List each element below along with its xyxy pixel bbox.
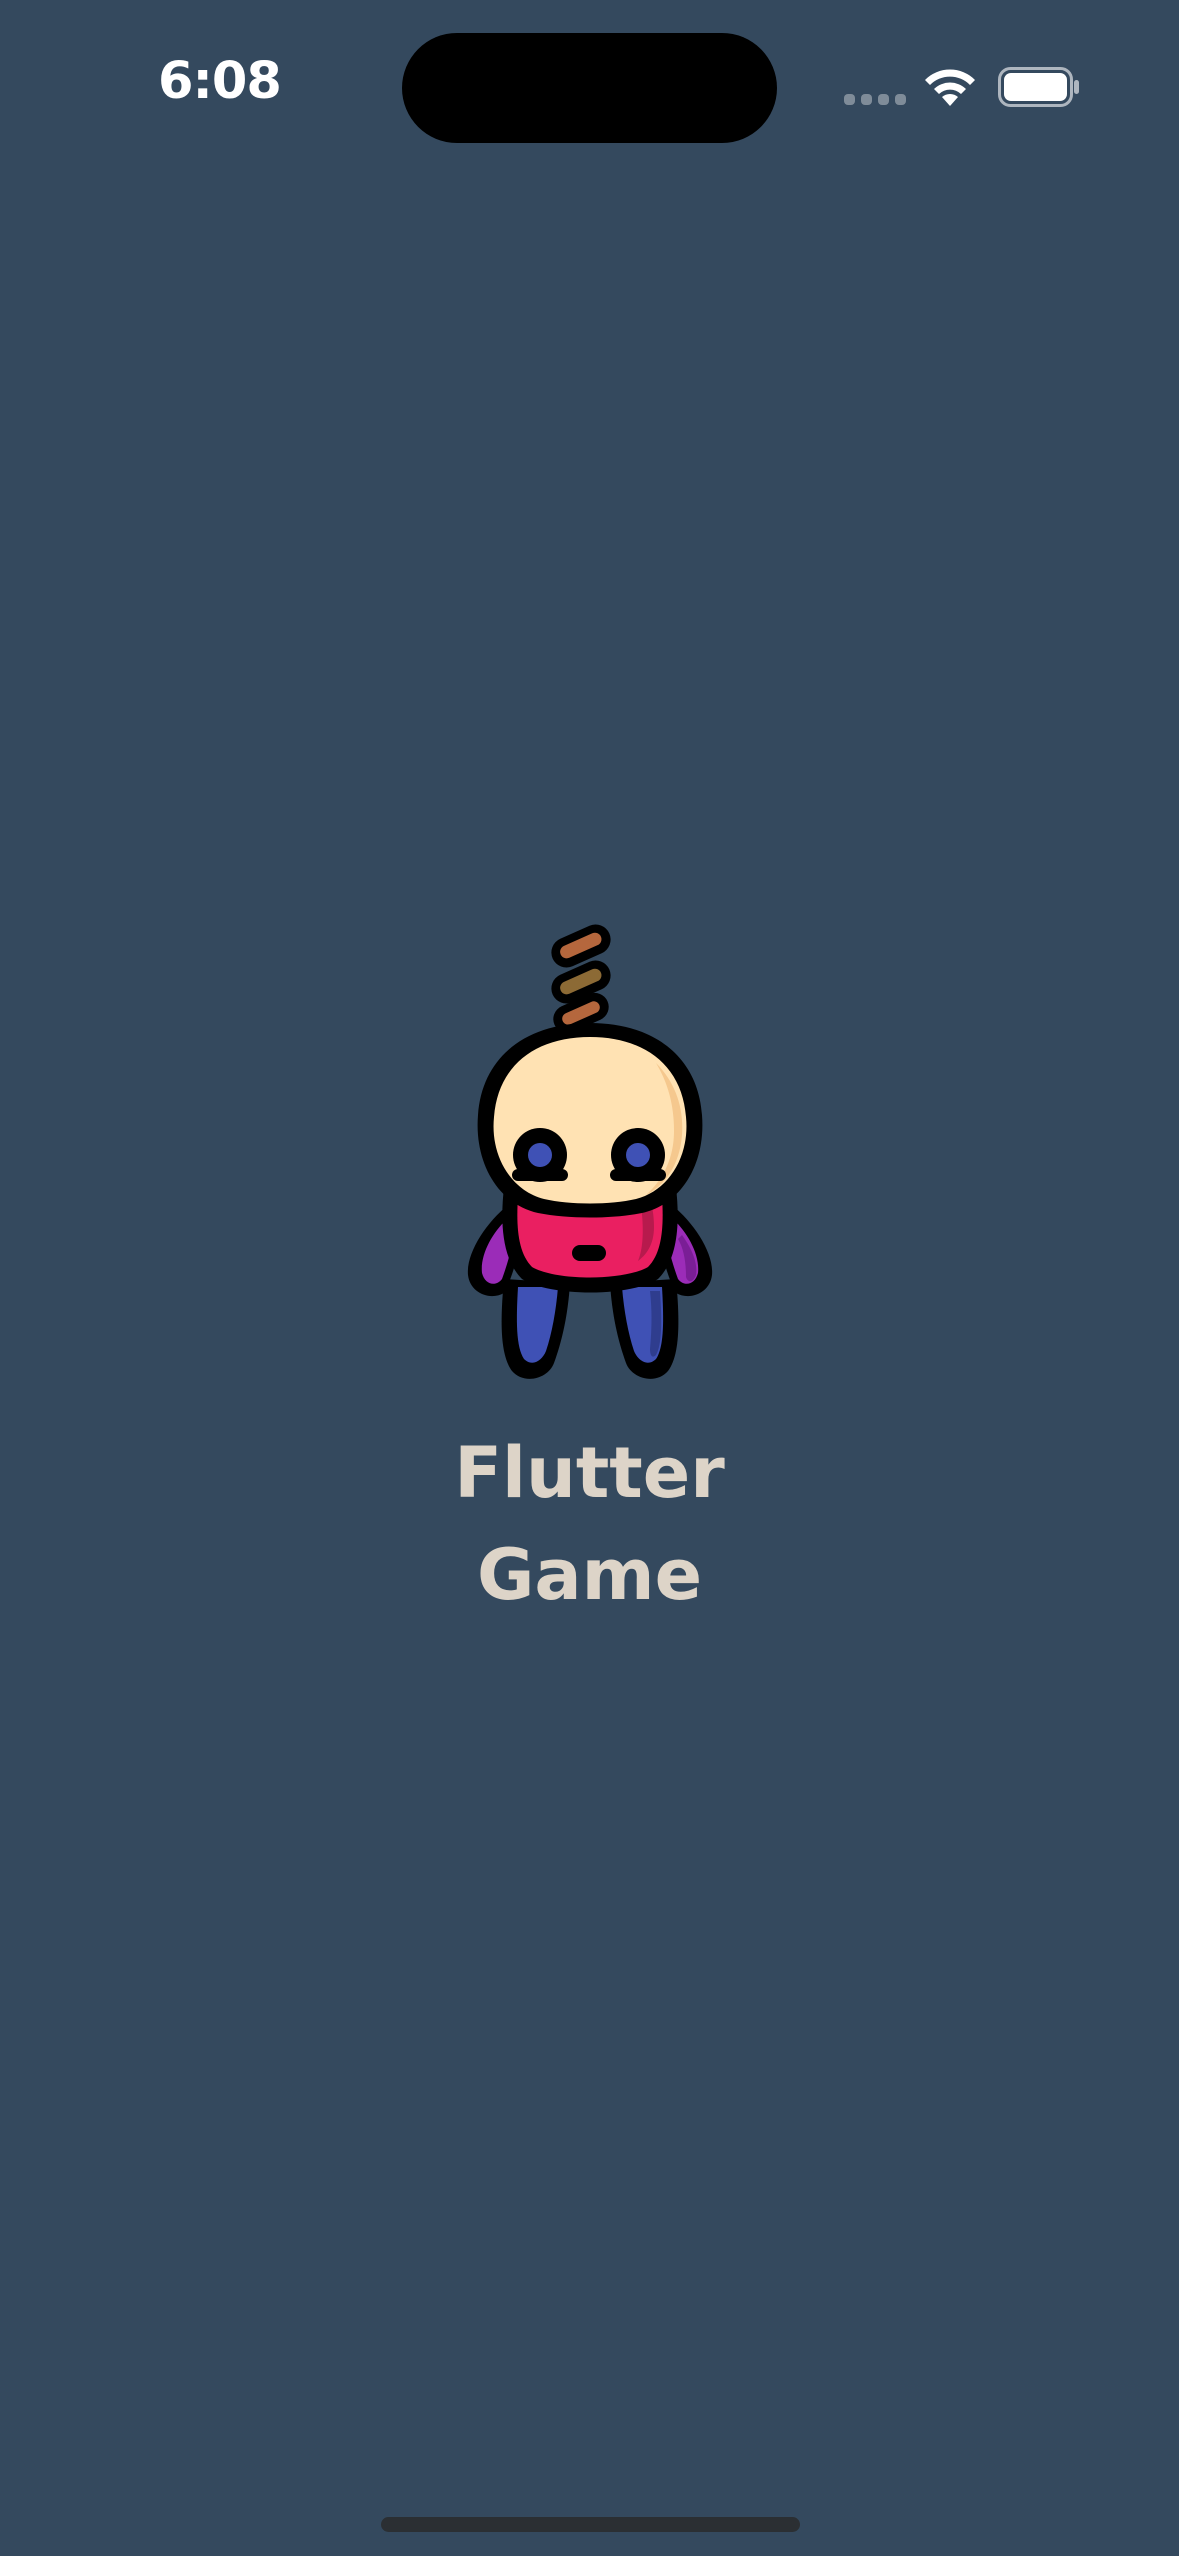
battery-icon (998, 67, 1079, 107)
title-line-1: Flutter (454, 1432, 725, 1514)
title-line-2: Game (476, 1534, 703, 1616)
hanging-doll-icon (467, 924, 713, 1379)
wifi-icon (925, 69, 975, 106)
splash-screen: 6:08 Flutter Game (0, 0, 1179, 2556)
cellular-signal-icon (844, 94, 906, 105)
app-title: Flutter Game (0, 1422, 1179, 1626)
home-indicator[interactable] (381, 2517, 800, 2532)
status-time: 6:08 (158, 52, 282, 111)
dynamic-island (402, 33, 777, 143)
